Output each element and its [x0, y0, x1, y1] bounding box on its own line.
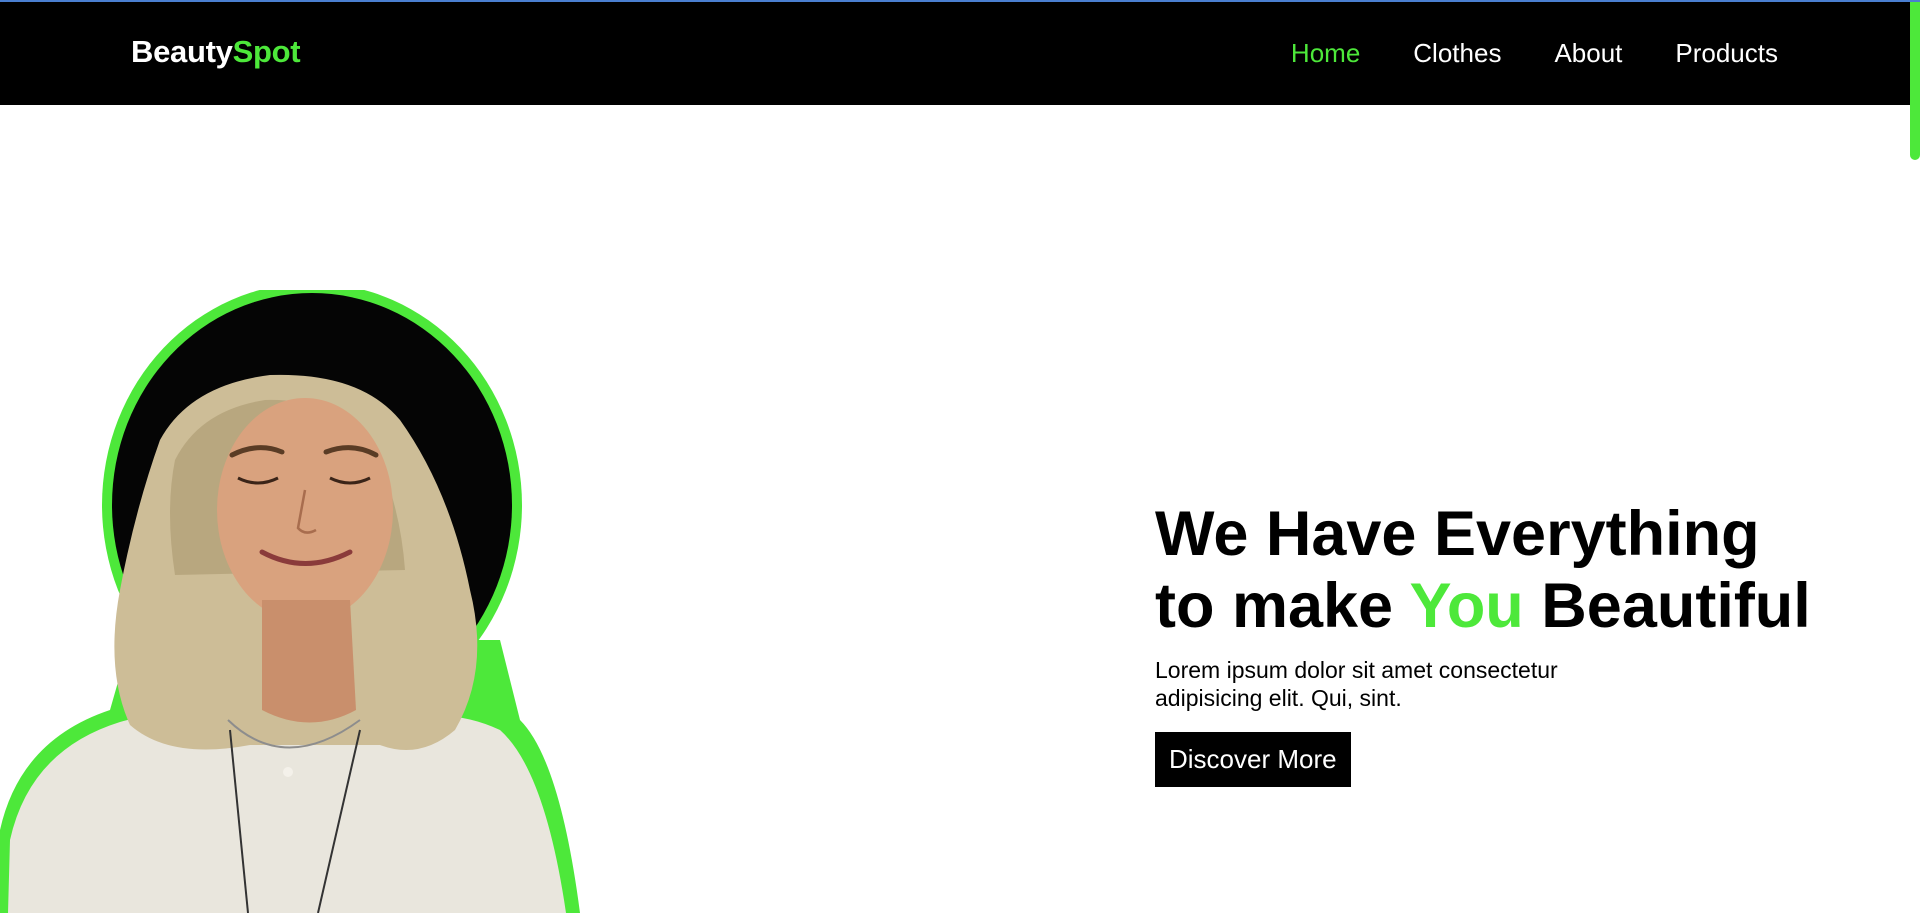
face-shape	[217, 398, 393, 622]
discover-more-button[interactable]: Discover More	[1155, 732, 1351, 787]
hero-title-accent: You	[1409, 571, 1524, 641]
nav-link-clothes[interactable]: Clothes	[1413, 38, 1501, 69]
main-nav: Home Clothes About Products	[1238, 38, 1778, 69]
hero-title-line1: We Have Everything	[1155, 499, 1760, 569]
hero-title: We Have Everything to make You Beautiful	[1155, 498, 1811, 642]
brand-logo[interactable]: BeautySpot	[131, 34, 301, 70]
nav-link-products[interactable]: Products	[1675, 38, 1778, 69]
scrollbar-thumb[interactable]	[1910, 2, 1920, 160]
hero-title-line2-post: Beautiful	[1523, 571, 1811, 641]
nav-link-home[interactable]: Home	[1291, 38, 1360, 69]
hero-section: We Have Everything to make You Beautiful…	[1155, 498, 1811, 787]
brand-name-part2: Spot	[232, 34, 301, 69]
brand-name-part1: Beauty	[131, 34, 233, 69]
navbar: BeautySpot Home Clothes About Products	[0, 2, 1920, 105]
woman-portrait-image	[0, 290, 580, 913]
hero-title-line2-pre: to make	[1155, 571, 1410, 641]
nav-link-about[interactable]: About	[1554, 38, 1622, 69]
hero-subtitle: Lorem ipsum dolor sit amet consectetur a…	[1155, 657, 1558, 711]
